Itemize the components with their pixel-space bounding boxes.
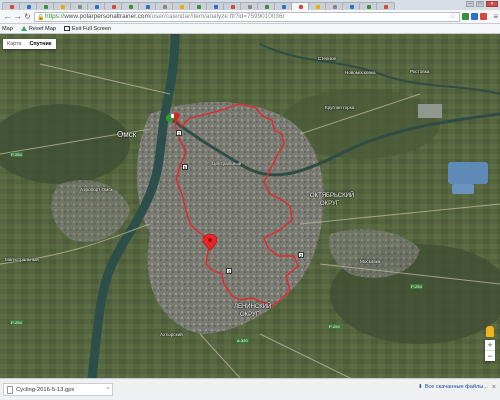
favicon-icon bbox=[145, 4, 150, 9]
map-type-option[interactable]: Спутник bbox=[25, 39, 55, 49]
favicon-icon bbox=[196, 4, 201, 9]
favicon-icon bbox=[94, 4, 99, 9]
download-icon: ⬇ bbox=[418, 384, 423, 390]
favicon-icon bbox=[264, 4, 269, 9]
district-label: ОКРУГ bbox=[240, 312, 260, 318]
url-path: /user/calendar/item/analyze.ftl?id=75990… bbox=[149, 13, 285, 20]
city-label: Омск bbox=[117, 130, 137, 139]
road-shield: A-320 bbox=[236, 338, 249, 343]
favicon-icon bbox=[247, 4, 252, 9]
lock-icon: 🔒 bbox=[37, 15, 45, 21]
place-label: Ростовка bbox=[410, 69, 430, 74]
back-arrow-icon[interactable]: ← bbox=[3, 12, 12, 21]
favicon-icon bbox=[179, 4, 184, 9]
favicon-icon bbox=[43, 4, 48, 9]
satellite-map[interactable]: 1 3 4 5 Омск ОКТЯБРЬСКИЙ ОКРУГ ЛЕНИНСКИЙ ОК… bbox=[0, 34, 500, 378]
zoom-in-button[interactable]: + bbox=[485, 340, 495, 350]
favicon-icon bbox=[315, 4, 320, 9]
place-label: Московка bbox=[360, 259, 381, 264]
extension-icon[interactable] bbox=[462, 13, 469, 20]
show-all-downloads-label: Все скачанные файлы... bbox=[424, 384, 488, 390]
road-shield: P-254 bbox=[328, 324, 341, 329]
favicon-icon bbox=[111, 4, 116, 9]
district-label: ОКРУГ bbox=[320, 201, 340, 207]
favicon-icon bbox=[128, 4, 133, 9]
maximize-button[interactable]: □ bbox=[476, 1, 484, 7]
favicon-icon bbox=[162, 4, 167, 9]
place-label: Ахтырский bbox=[160, 332, 183, 337]
download-item[interactable]: Cycling-2016-5-13.gpx ^ bbox=[3, 383, 113, 396]
lap-marker[interactable]: 4 bbox=[226, 268, 232, 274]
download-bar: Cycling-2016-5-13.gpx ^ ⬇ Все скачанные … bbox=[0, 378, 500, 400]
address-bar[interactable]: 🔒 https://www.polarpersonaltrainer.com/us… bbox=[34, 12, 460, 22]
url-scheme: https:// bbox=[45, 13, 65, 20]
favicon-icon bbox=[60, 4, 65, 9]
file-icon bbox=[7, 385, 13, 394]
favicon-icon bbox=[366, 4, 371, 9]
favicon-icon bbox=[26, 4, 31, 9]
favicon-icon bbox=[349, 4, 354, 9]
zoom-control: + − bbox=[485, 340, 495, 361]
favicon-icon bbox=[213, 4, 218, 9]
zoom-out-button[interactable]: − bbox=[485, 350, 495, 361]
lap-marker[interactable]: 5 bbox=[182, 164, 188, 170]
map-imagery bbox=[0, 34, 500, 378]
exit-full-screen-label: Exit Full Screen bbox=[71, 25, 112, 32]
favicon-icon bbox=[77, 4, 82, 9]
reload-icon[interactable]: ↻ bbox=[23, 12, 32, 21]
favicon-icon bbox=[383, 4, 388, 9]
place-label: Степное bbox=[318, 56, 337, 61]
favicon-icon bbox=[230, 4, 235, 9]
exit-full-screen-button[interactable]: Exit Full Screen bbox=[63, 25, 112, 32]
map-type-control: Карта Спутник bbox=[3, 39, 56, 49]
reset-map-label: Reset Map bbox=[28, 25, 56, 32]
close-window-button[interactable]: × bbox=[486, 1, 498, 7]
favicon-icon bbox=[9, 4, 14, 9]
minimize-button[interactable]: – bbox=[466, 1, 474, 7]
menu-icon[interactable]: ≡ bbox=[493, 12, 498, 21]
road-shield: P-254 bbox=[410, 284, 423, 289]
place-label: Круглая горка bbox=[325, 105, 355, 110]
map-label: Map bbox=[2, 25, 13, 32]
airport-label: Аэропорт Омск bbox=[80, 187, 113, 192]
favicon-icon bbox=[332, 4, 337, 9]
road-shield: P-254 bbox=[10, 152, 23, 157]
map-type-option[interactable]: Карта bbox=[3, 39, 25, 49]
lap-marker[interactable]: 3 bbox=[298, 252, 304, 258]
map-toolbar: Map Reset Map Exit Full Screen bbox=[0, 24, 500, 34]
forward-arrow-icon[interactable]: → bbox=[13, 12, 22, 21]
tab-strip bbox=[0, 0, 500, 10]
favicon-icon bbox=[281, 4, 286, 9]
lap-marker[interactable]: 1 bbox=[176, 130, 182, 136]
chevron-up-icon[interactable]: ^ bbox=[107, 387, 109, 393]
extension-icon[interactable] bbox=[480, 13, 487, 20]
bookmark-star-icon[interactable]: ☆ bbox=[450, 13, 456, 21]
extension-icon[interactable] bbox=[471, 13, 478, 20]
place-label: Новомосковка bbox=[345, 70, 376, 75]
road-shield: P-254 bbox=[10, 320, 23, 325]
reset-map-icon bbox=[20, 26, 27, 31]
browser-toolbar: ← → ↻ 🔒 https://www.polarpersonaltrainer.… bbox=[0, 10, 500, 24]
close-icon[interactable]: × bbox=[492, 384, 496, 391]
place-label: Центральный bbox=[212, 161, 242, 166]
place-label: Магистральный bbox=[5, 257, 39, 262]
exit-full-screen-icon bbox=[63, 26, 70, 31]
show-all-downloads-link[interactable]: ⬇ Все скачанные файлы... bbox=[418, 384, 488, 390]
district-label: ОКТЯБРЬСКИЙ bbox=[310, 193, 355, 199]
street-view-pegman-icon[interactable] bbox=[486, 326, 494, 337]
district-label: ЛЕНИНСКИЙ bbox=[234, 304, 272, 310]
favicon-icon bbox=[298, 4, 303, 9]
browser-tab[interactable] bbox=[376, 2, 395, 10]
extension-icons bbox=[462, 13, 487, 20]
url-host: www.polarpersonaltrainer.com bbox=[64, 13, 150, 20]
download-file-name: Cycling-2016-5-13.gpx bbox=[16, 386, 75, 393]
window-controls: – □ × bbox=[466, 1, 498, 7]
map-link[interactable]: Map bbox=[2, 26, 13, 32]
reset-map-button[interactable]: Reset Map bbox=[20, 25, 56, 32]
